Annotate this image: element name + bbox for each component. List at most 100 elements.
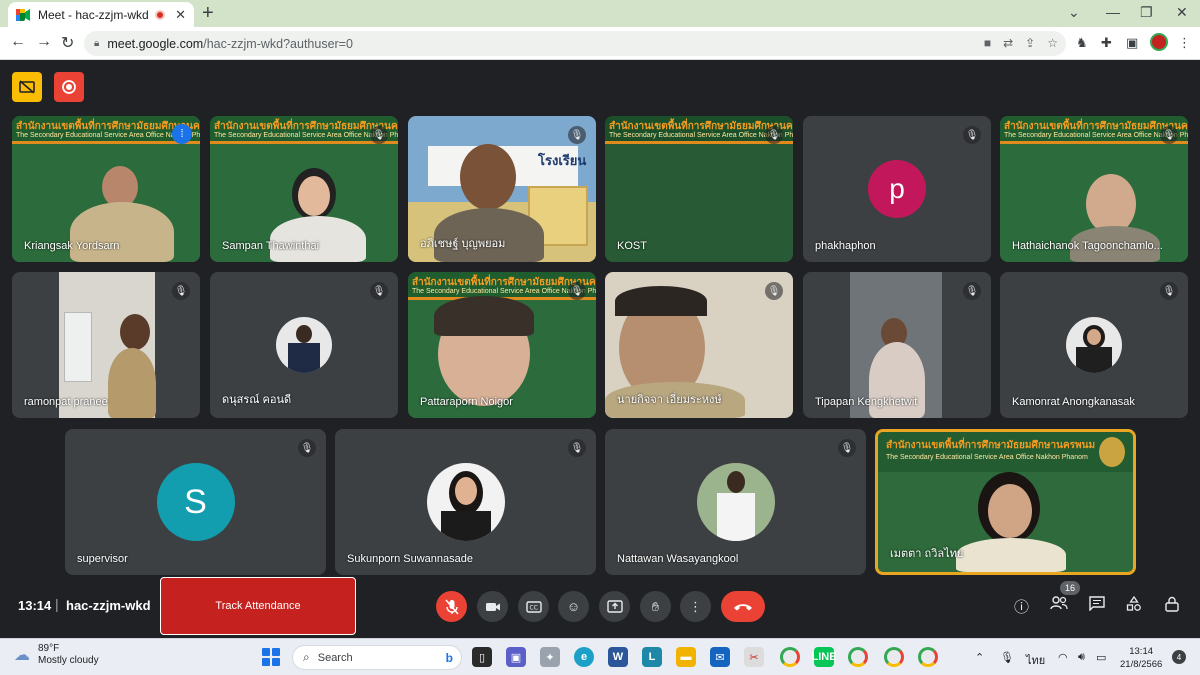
avatar xyxy=(426,463,505,541)
volume-icon[interactable]: 🔊︎ xyxy=(1078,651,1085,664)
app-l-icon[interactable]: L xyxy=(642,647,662,667)
snipping-tool-icon[interactable]: ✂ xyxy=(744,647,764,667)
microphone-tray-icon[interactable]: 🎙︎ xyxy=(1000,651,1014,664)
mic-off-icon: 🎙︎ xyxy=(370,126,388,144)
present-screen-icon[interactable] xyxy=(599,591,630,622)
participant-tile[interactable]: 🎙︎ Nattawan Wasayangkool xyxy=(605,429,866,575)
translate-icon[interactable]: ⇄ xyxy=(1003,36,1013,50)
participant-tile[interactable]: โรงเรียน 🎙︎ อภิเชษฐ์ บุญพยอม xyxy=(408,116,596,262)
participant-tile[interactable]: 🎙︎ Sukunporn Suwannasade xyxy=(335,429,596,575)
participant-tile[interactable]: สำนักงานเขตพื้นที่การศึกษามัธยมศึกษานครพ… xyxy=(605,116,793,262)
edge-icon[interactable]: e xyxy=(574,647,594,667)
side-panel-icon[interactable]: ▣ xyxy=(1126,35,1138,51)
participant-tile[interactable]: สำนักงานเขตพื้นที่การศึกษามัธยมศึกษานครพ… xyxy=(1000,116,1188,262)
chrome-profile-icon[interactable] xyxy=(884,647,904,667)
raise-hand-icon[interactable]: ✋︎ xyxy=(640,591,671,622)
emoji-reaction-icon[interactable]: ☺ xyxy=(558,591,589,622)
window-close-icon[interactable]: ✕ xyxy=(1176,4,1188,21)
captions-icon[interactable]: CC xyxy=(518,591,549,622)
participant-tile[interactable]: สำนักงานเขตพื้นที่การศึกษามัธยมศึกษานครพ… xyxy=(12,116,200,262)
restore-icon[interactable]: ❐ xyxy=(1140,4,1153,21)
track-attendance-button[interactable]: Track Attendance xyxy=(160,577,356,635)
system-clock[interactable]: 13:14 21/8/2566 xyxy=(1120,645,1162,671)
tab-search-chevron-icon[interactable]: ⌄ xyxy=(1068,4,1080,21)
share-icon[interactable]: ⇪ xyxy=(1025,36,1035,50)
mic-off-icon: 🎙︎ xyxy=(172,282,190,300)
mic-off-icon[interactable] xyxy=(436,591,467,622)
back-icon[interactable]: ← xyxy=(10,33,26,51)
people-icon[interactable] xyxy=(1050,596,1068,614)
forward-icon[interactable]: → xyxy=(36,33,52,51)
participant-name: เมตตา ถวิลไทย xyxy=(890,548,964,560)
profile-avatar[interactable] xyxy=(1150,33,1168,51)
activities-icon[interactable] xyxy=(1126,595,1142,616)
svg-text:CC: CC xyxy=(529,604,537,611)
extension-icon[interactable]: ♞ xyxy=(1076,35,1088,51)
participant-tile[interactable]: 🎙︎ นายกิจจา เอี่ยมระหงษ์ xyxy=(605,272,793,418)
chrome-active-icon[interactable] xyxy=(918,647,938,667)
url-host: meet.google.com xyxy=(107,36,204,51)
address-bar[interactable]: 🔒︎ meet.google.com/hac-zzjm-wkd?authuser… xyxy=(84,31,1066,56)
chrome-profile-icon[interactable] xyxy=(848,647,868,667)
mic-off-icon: 🎙︎ xyxy=(765,282,783,300)
weather-temp: 89°F xyxy=(38,643,60,654)
participant-tile[interactable]: S 🎙︎ supervisor xyxy=(65,429,326,575)
host-controls-icon[interactable] xyxy=(1164,596,1180,616)
extensions-puzzle-icon[interactable]: ✚ xyxy=(1101,35,1112,51)
recording-icon[interactable] xyxy=(54,72,84,102)
tray-overflow-icon[interactable]: ⌃ xyxy=(975,651,984,664)
participant-tile[interactable]: 🎙︎ ramonpat pranee xyxy=(12,272,200,418)
task-view-icon[interactable]: ▯ xyxy=(472,647,492,667)
tab-close-icon[interactable]: ✕ xyxy=(175,7,186,23)
line-icon[interactable]: LINE xyxy=(811,647,837,667)
word-icon[interactable]: W xyxy=(608,647,628,667)
participant-tile[interactable]: สำนักงานเขตพื้นที่การศึกษามัธยมศึกษานครพ… xyxy=(875,429,1136,575)
input-language[interactable]: ไทย xyxy=(1026,651,1045,669)
more-options-icon[interactable]: ⋮ xyxy=(680,591,711,622)
captions-off-icon[interactable] xyxy=(12,72,42,102)
mic-off-icon: 🎙︎ xyxy=(568,126,586,144)
chat-icon[interactable] xyxy=(1089,596,1105,615)
meeting-details-icon[interactable]: ⓘ xyxy=(1014,596,1029,617)
participant-tile[interactable]: สำนักงานเขตพื้นที่การศึกษามัธยมศึกษานครพ… xyxy=(210,116,398,262)
browser-tab-meet[interactable]: Meet - hac-zzjm-wkd ✕ xyxy=(8,2,194,27)
participant-name: นายกิจจา เอี่ยมระหงษ์ xyxy=(617,394,722,406)
participant-name: Kamonrat Anongkanasak xyxy=(1012,396,1135,408)
chrome-icon[interactable] xyxy=(780,647,800,667)
lock-icon: 🔒︎ xyxy=(94,38,100,49)
mic-off-icon: 🎙︎ xyxy=(765,126,783,144)
participant-name: ramonpat pranee xyxy=(24,396,108,408)
cloud-icon: ☁ xyxy=(14,647,30,664)
office-emblem-icon xyxy=(1099,437,1125,467)
leave-call-button[interactable] xyxy=(721,591,765,622)
minimize-icon[interactable]: — xyxy=(1106,4,1120,20)
bookmark-star-icon[interactable]: ☆ xyxy=(1047,36,1058,50)
teams-icon[interactable]: ▣ xyxy=(506,647,526,667)
chrome-menu-icon[interactable]: ⋮ xyxy=(1178,35,1191,51)
participant-name: Pattaraporn Noigor xyxy=(420,396,513,408)
camera-icon[interactable] xyxy=(477,591,508,622)
reload-icon[interactable]: ↻ xyxy=(61,33,74,53)
avatar: S xyxy=(156,463,235,541)
notification-badge[interactable]: 4 xyxy=(1172,650,1186,664)
camera-in-use-icon[interactable]: ■ xyxy=(984,36,991,50)
avatar xyxy=(696,463,775,541)
participant-name: supervisor xyxy=(77,553,128,565)
new-tab-icon[interactable]: + xyxy=(202,3,214,23)
mail-icon[interactable]: ✉ xyxy=(710,647,730,667)
copilot-icon[interactable]: ✦ xyxy=(540,647,560,667)
participant-tile[interactable]: p 🎙︎ phakhaphon xyxy=(803,116,991,262)
taskbar-search[interactable]: ⌕ Search b xyxy=(292,645,462,670)
participant-tile[interactable]: 🎙︎ Tipapan Kengkhetwit xyxy=(803,272,991,418)
participant-name: KOST xyxy=(617,240,647,252)
battery-icon[interactable]: ▭ xyxy=(1096,651,1106,664)
meeting-time: 13:14 xyxy=(18,598,52,613)
weather-widget[interactable]: ☁ 89°F Mostly cloudy xyxy=(14,643,99,667)
file-explorer-icon[interactable]: ▬ xyxy=(676,647,696,667)
participant-tile[interactable]: 🎙︎ Kamonrat Anongkanasak xyxy=(1000,272,1188,418)
wifi-icon[interactable]: ◠ xyxy=(1058,651,1068,664)
browser-tab-strip: Meet - hac-zzjm-wkd ✕ + ⌄ — ❐ ✕ xyxy=(0,0,1200,27)
windows-start-icon[interactable] xyxy=(262,648,280,666)
participant-tile[interactable]: สำนักงานเขตพื้นที่การศึกษามัธยมศึกษานครพ… xyxy=(408,272,596,418)
participant-tile[interactable]: 🎙︎ ดนุสรณ์ คอนดี xyxy=(210,272,398,418)
